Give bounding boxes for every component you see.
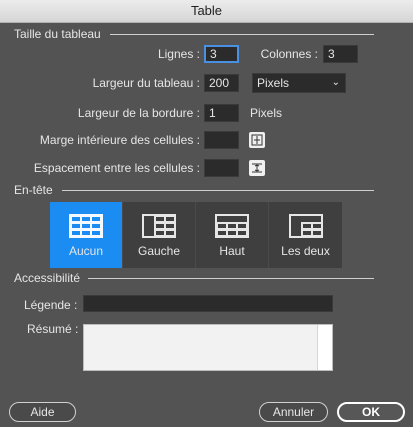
table-size-section-label: Taille du tableau: [14, 27, 101, 41]
header-option-label: Les deux: [281, 244, 330, 258]
width-unit-select[interactable]: Pixels ⌄: [252, 73, 346, 93]
header-section-label: En-tête: [14, 183, 53, 197]
cell-padding-icon[interactable]: [249, 132, 265, 148]
header-option-both[interactable]: Les deux: [269, 202, 342, 268]
header-option-none[interactable]: Aucun: [50, 202, 123, 268]
border-width-input[interactable]: [204, 104, 239, 122]
accessibility-section-label: Accessibilité: [14, 271, 81, 285]
header-option-label: Aucun: [68, 244, 104, 258]
cell-spacing-icon[interactable]: [249, 160, 265, 176]
section-divider: [110, 34, 374, 35]
summary-scrollbar[interactable]: [317, 325, 332, 370]
table-width-input[interactable]: [204, 74, 239, 92]
ok-button[interactable]: OK: [337, 402, 405, 422]
summary-label: Résumé :: [27, 322, 79, 336]
table-top-header-icon: [215, 214, 249, 238]
border-width-label: Largeur de la bordure :: [77, 106, 200, 120]
columns-input[interactable]: [323, 45, 358, 63]
table-no-header-icon: [69, 214, 103, 238]
caption-label: Légende :: [24, 298, 78, 312]
table-left-header-icon: [142, 214, 176, 238]
table-width-label: Largeur du tableau :: [92, 76, 200, 90]
border-unit-label: Pixels: [250, 106, 283, 120]
cell-spacing-input[interactable]: [204, 159, 239, 177]
columns-label: Colonnes :: [260, 47, 318, 61]
help-button[interactable]: Aide: [9, 402, 76, 422]
header-option-group: Aucun Gauche Haut Les deux: [50, 202, 342, 268]
caption-input[interactable]: [83, 295, 333, 312]
section-divider: [88, 278, 374, 279]
section-divider: [62, 190, 374, 191]
header-option-top[interactable]: Haut: [196, 202, 269, 268]
header-option-label: Haut: [219, 244, 245, 258]
cancel-button[interactable]: Annuler: [259, 402, 328, 422]
cell-padding-label: Marge intérieure des cellules :: [39, 133, 200, 147]
summary-textarea[interactable]: [83, 324, 333, 371]
header-option-left[interactable]: Gauche: [123, 202, 196, 268]
rows-label: Lignes :: [157, 47, 200, 61]
window-title: Table: [0, 0, 413, 23]
width-unit-value: Pixels: [257, 76, 290, 90]
cell-padding-input[interactable]: [204, 131, 239, 149]
table-both-header-icon: [288, 214, 323, 238]
chevron-down-icon: ⌄: [331, 77, 340, 88]
rows-input[interactable]: [204, 45, 239, 63]
cell-spacing-label: Espacement entre les cellules :: [33, 161, 200, 175]
header-option-label: Gauche: [137, 244, 181, 258]
